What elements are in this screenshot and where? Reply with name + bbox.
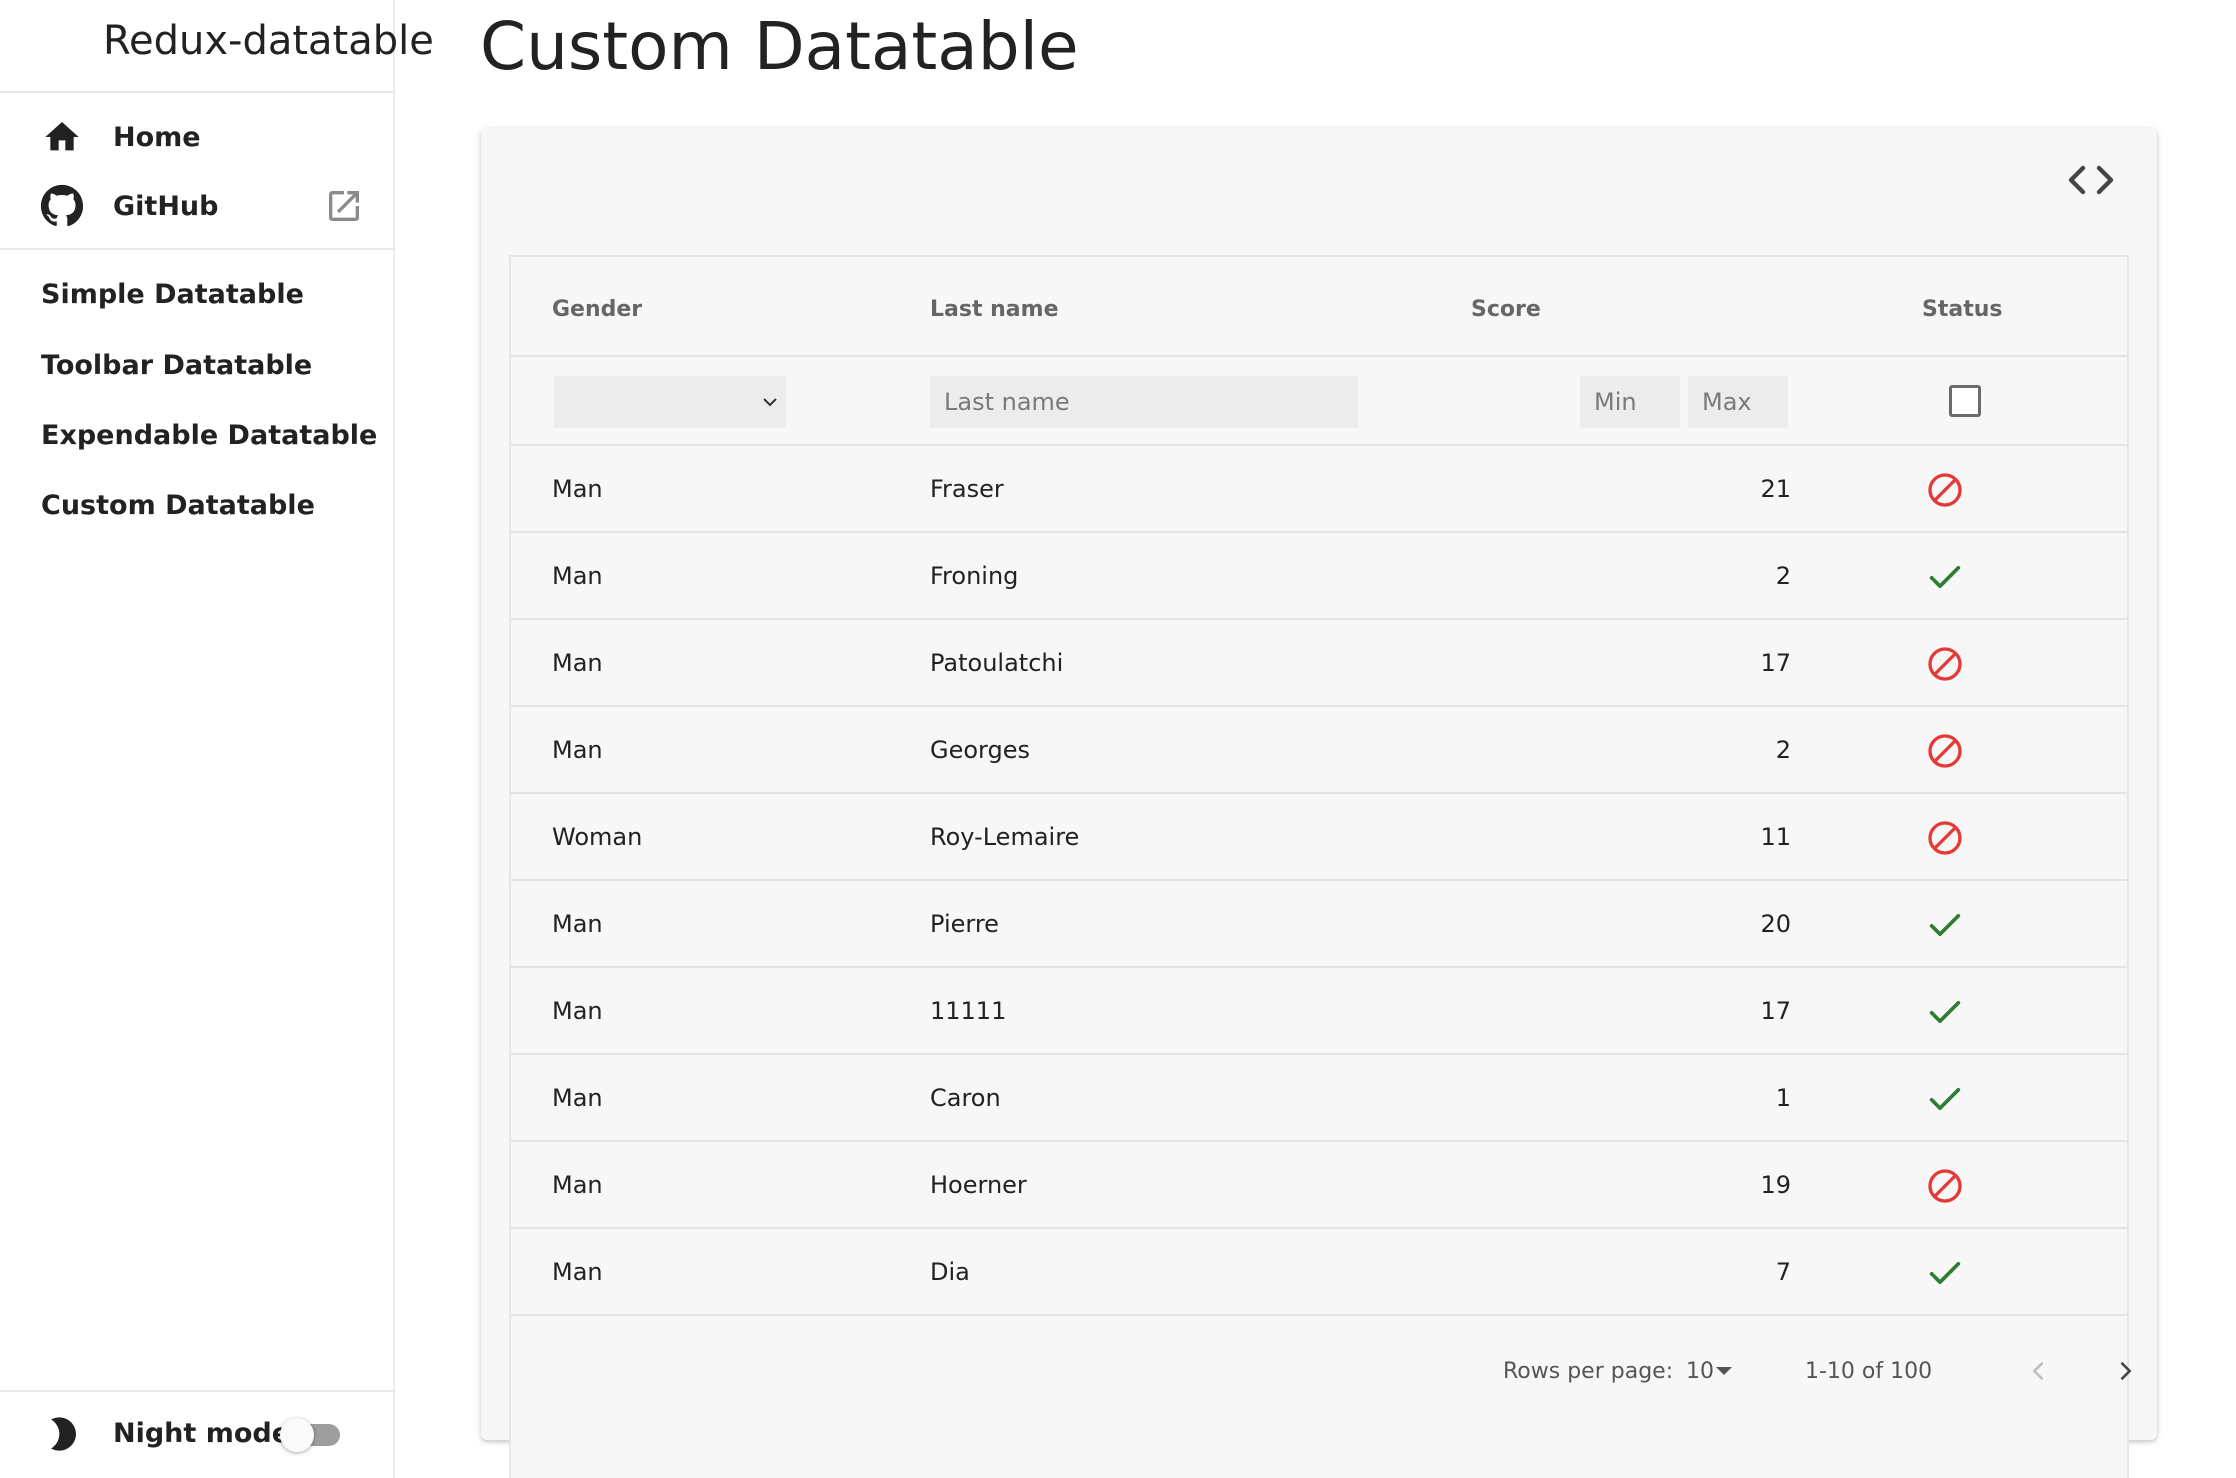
table-row[interactable]: Man Froning 2 — [511, 533, 2127, 620]
cell-gender: Man — [552, 1084, 603, 1112]
table-row[interactable]: Man 11111 17 — [511, 968, 2127, 1055]
cell-last-name: Roy-Lemaire — [930, 823, 1080, 851]
cell-score: 2 — [1775, 562, 1791, 590]
column-header-gender[interactable]: Gender — [552, 297, 642, 322]
blocked-icon — [1925, 731, 1965, 771]
night-mode-row: Night mode — [0, 1392, 393, 1478]
cell-score: 7 — [1775, 1258, 1791, 1286]
blocked-icon — [1925, 818, 1965, 858]
code-icon[interactable] — [2065, 158, 2117, 202]
sidebar-divider — [0, 91, 395, 93]
sidebar-item-label: Home — [113, 121, 201, 153]
page-title: Custom Datatable — [480, 8, 1079, 85]
filter-row — [511, 357, 2127, 446]
datatable: Gender Last name Score Status Man Fraser 2… — [509, 255, 2132, 1478]
cell-score: 20 — [1760, 910, 1791, 938]
cell-score: 1 — [1775, 1084, 1791, 1112]
chevron-down-icon — [758, 390, 782, 414]
rows-per-page-select[interactable]: 10 — [1686, 1353, 1742, 1389]
table-row[interactable]: Man Hoerner 19 — [511, 1142, 2127, 1229]
sidebar-link-expendable-datatable[interactable]: Expendable Datatable — [41, 420, 377, 451]
cell-gender: Man — [552, 475, 603, 503]
app-title: Redux-datatable — [103, 18, 434, 64]
table-row[interactable]: Man Patoulatchi 17 — [511, 620, 2127, 707]
table-row[interactable]: Man Pierre 20 — [511, 881, 2127, 968]
chevron-right-icon — [2120, 1361, 2132, 1381]
gender-filter-select[interactable] — [554, 376, 786, 428]
night-mode-toggle[interactable] — [280, 1414, 344, 1454]
status-filter-checkbox[interactable] — [1949, 385, 1981, 417]
cell-last-name: Caron — [930, 1084, 1001, 1112]
cell-score: 11 — [1760, 823, 1791, 851]
blocked-icon — [1925, 470, 1965, 510]
sidebar-item-label: GitHub — [113, 190, 219, 222]
toggle-thumb — [280, 1418, 314, 1452]
rows-per-page-value: 10 — [1686, 1359, 1714, 1384]
check-icon — [1925, 557, 1965, 597]
sidebar-link-custom-datatable[interactable]: Custom Datatable — [41, 490, 315, 521]
sidebar-link-simple-datatable[interactable]: Simple Datatable — [41, 279, 304, 310]
pagination-range: 1-10 of 100 — [1805, 1359, 1933, 1384]
cell-gender: Man — [552, 910, 603, 938]
cell-gender: Man — [552, 736, 603, 764]
score-min-input[interactable] — [1580, 376, 1680, 428]
previous-page-button[interactable] — [2013, 1345, 2065, 1397]
table-row[interactable]: Woman Roy-Lemaire 11 — [511, 794, 2127, 881]
column-header-score[interactable]: Score — [1471, 297, 1541, 322]
score-max-input[interactable] — [1688, 376, 1788, 428]
sidebar-link-toolbar-datatable[interactable]: Toolbar Datatable — [41, 350, 312, 381]
cell-gender: Man — [552, 1171, 603, 1199]
home-icon — [40, 115, 84, 159]
datatable-card: Gender Last name Score Status Man Fraser 2… — [481, 128, 2157, 1478]
open-in-new-icon — [324, 186, 364, 226]
table-row[interactable]: Man Dia 7 — [511, 1229, 2127, 1316]
pagination-footer: Rows per page: 10 1-10 of 100 — [511, 1319, 2132, 1423]
column-header-last-name[interactable]: Last name — [930, 297, 1059, 322]
cell-score: 17 — [1760, 997, 1791, 1025]
check-icon — [1925, 1253, 1965, 1293]
cell-score: 17 — [1760, 649, 1791, 677]
sidebar-item-github[interactable]: GitHub — [0, 174, 393, 238]
cell-last-name: Hoerner — [930, 1171, 1027, 1199]
night-mode-label: Night mode — [113, 1418, 291, 1449]
column-header-status[interactable]: Status — [1922, 297, 2002, 322]
rows-per-page-label: Rows per page: — [1503, 1359, 1674, 1384]
cell-last-name: Pierre — [930, 910, 999, 938]
blocked-icon — [1925, 644, 1965, 684]
cell-last-name: Froning — [930, 562, 1019, 590]
last-name-filter-input[interactable] — [930, 376, 1358, 428]
cell-gender: Man — [552, 1258, 603, 1286]
chevron-left-icon — [2032, 1361, 2044, 1381]
cell-last-name: Dia — [930, 1258, 970, 1286]
sidebar-item-home[interactable]: Home — [0, 105, 393, 169]
table-header-row: Gender Last name Score Status — [511, 257, 2127, 357]
blocked-icon — [1925, 1166, 1965, 1206]
cell-gender: Man — [552, 562, 603, 590]
sidebar: Redux-datatable Home GitHub Simple Datat… — [0, 0, 434, 1478]
check-icon — [1925, 1079, 1965, 1119]
table-row[interactable]: Man Caron 1 — [511, 1055, 2127, 1142]
cell-gender: Man — [552, 649, 603, 677]
github-icon — [40, 184, 84, 228]
moon-icon — [46, 1414, 86, 1454]
table-row[interactable]: Man Fraser 21 — [511, 446, 2127, 533]
check-icon — [1925, 992, 1965, 1032]
cell-last-name: 11111 — [930, 997, 1007, 1025]
cell-gender: Woman — [552, 823, 643, 851]
table-row[interactable]: Man Georges 2 — [511, 707, 2127, 794]
cell-last-name: Fraser — [930, 475, 1004, 503]
next-page-button[interactable] — [2099, 1345, 2151, 1397]
caret-down-icon — [1716, 1367, 1732, 1375]
cell-last-name: Georges — [930, 736, 1030, 764]
cell-score: 2 — [1775, 736, 1791, 764]
cell-score: 19 — [1760, 1171, 1791, 1199]
sidebar-divider — [0, 248, 395, 250]
cell-last-name: Patoulatchi — [930, 649, 1064, 677]
cell-gender: Man — [552, 997, 603, 1025]
cell-score: 21 — [1760, 475, 1791, 503]
check-icon — [1925, 905, 1965, 945]
